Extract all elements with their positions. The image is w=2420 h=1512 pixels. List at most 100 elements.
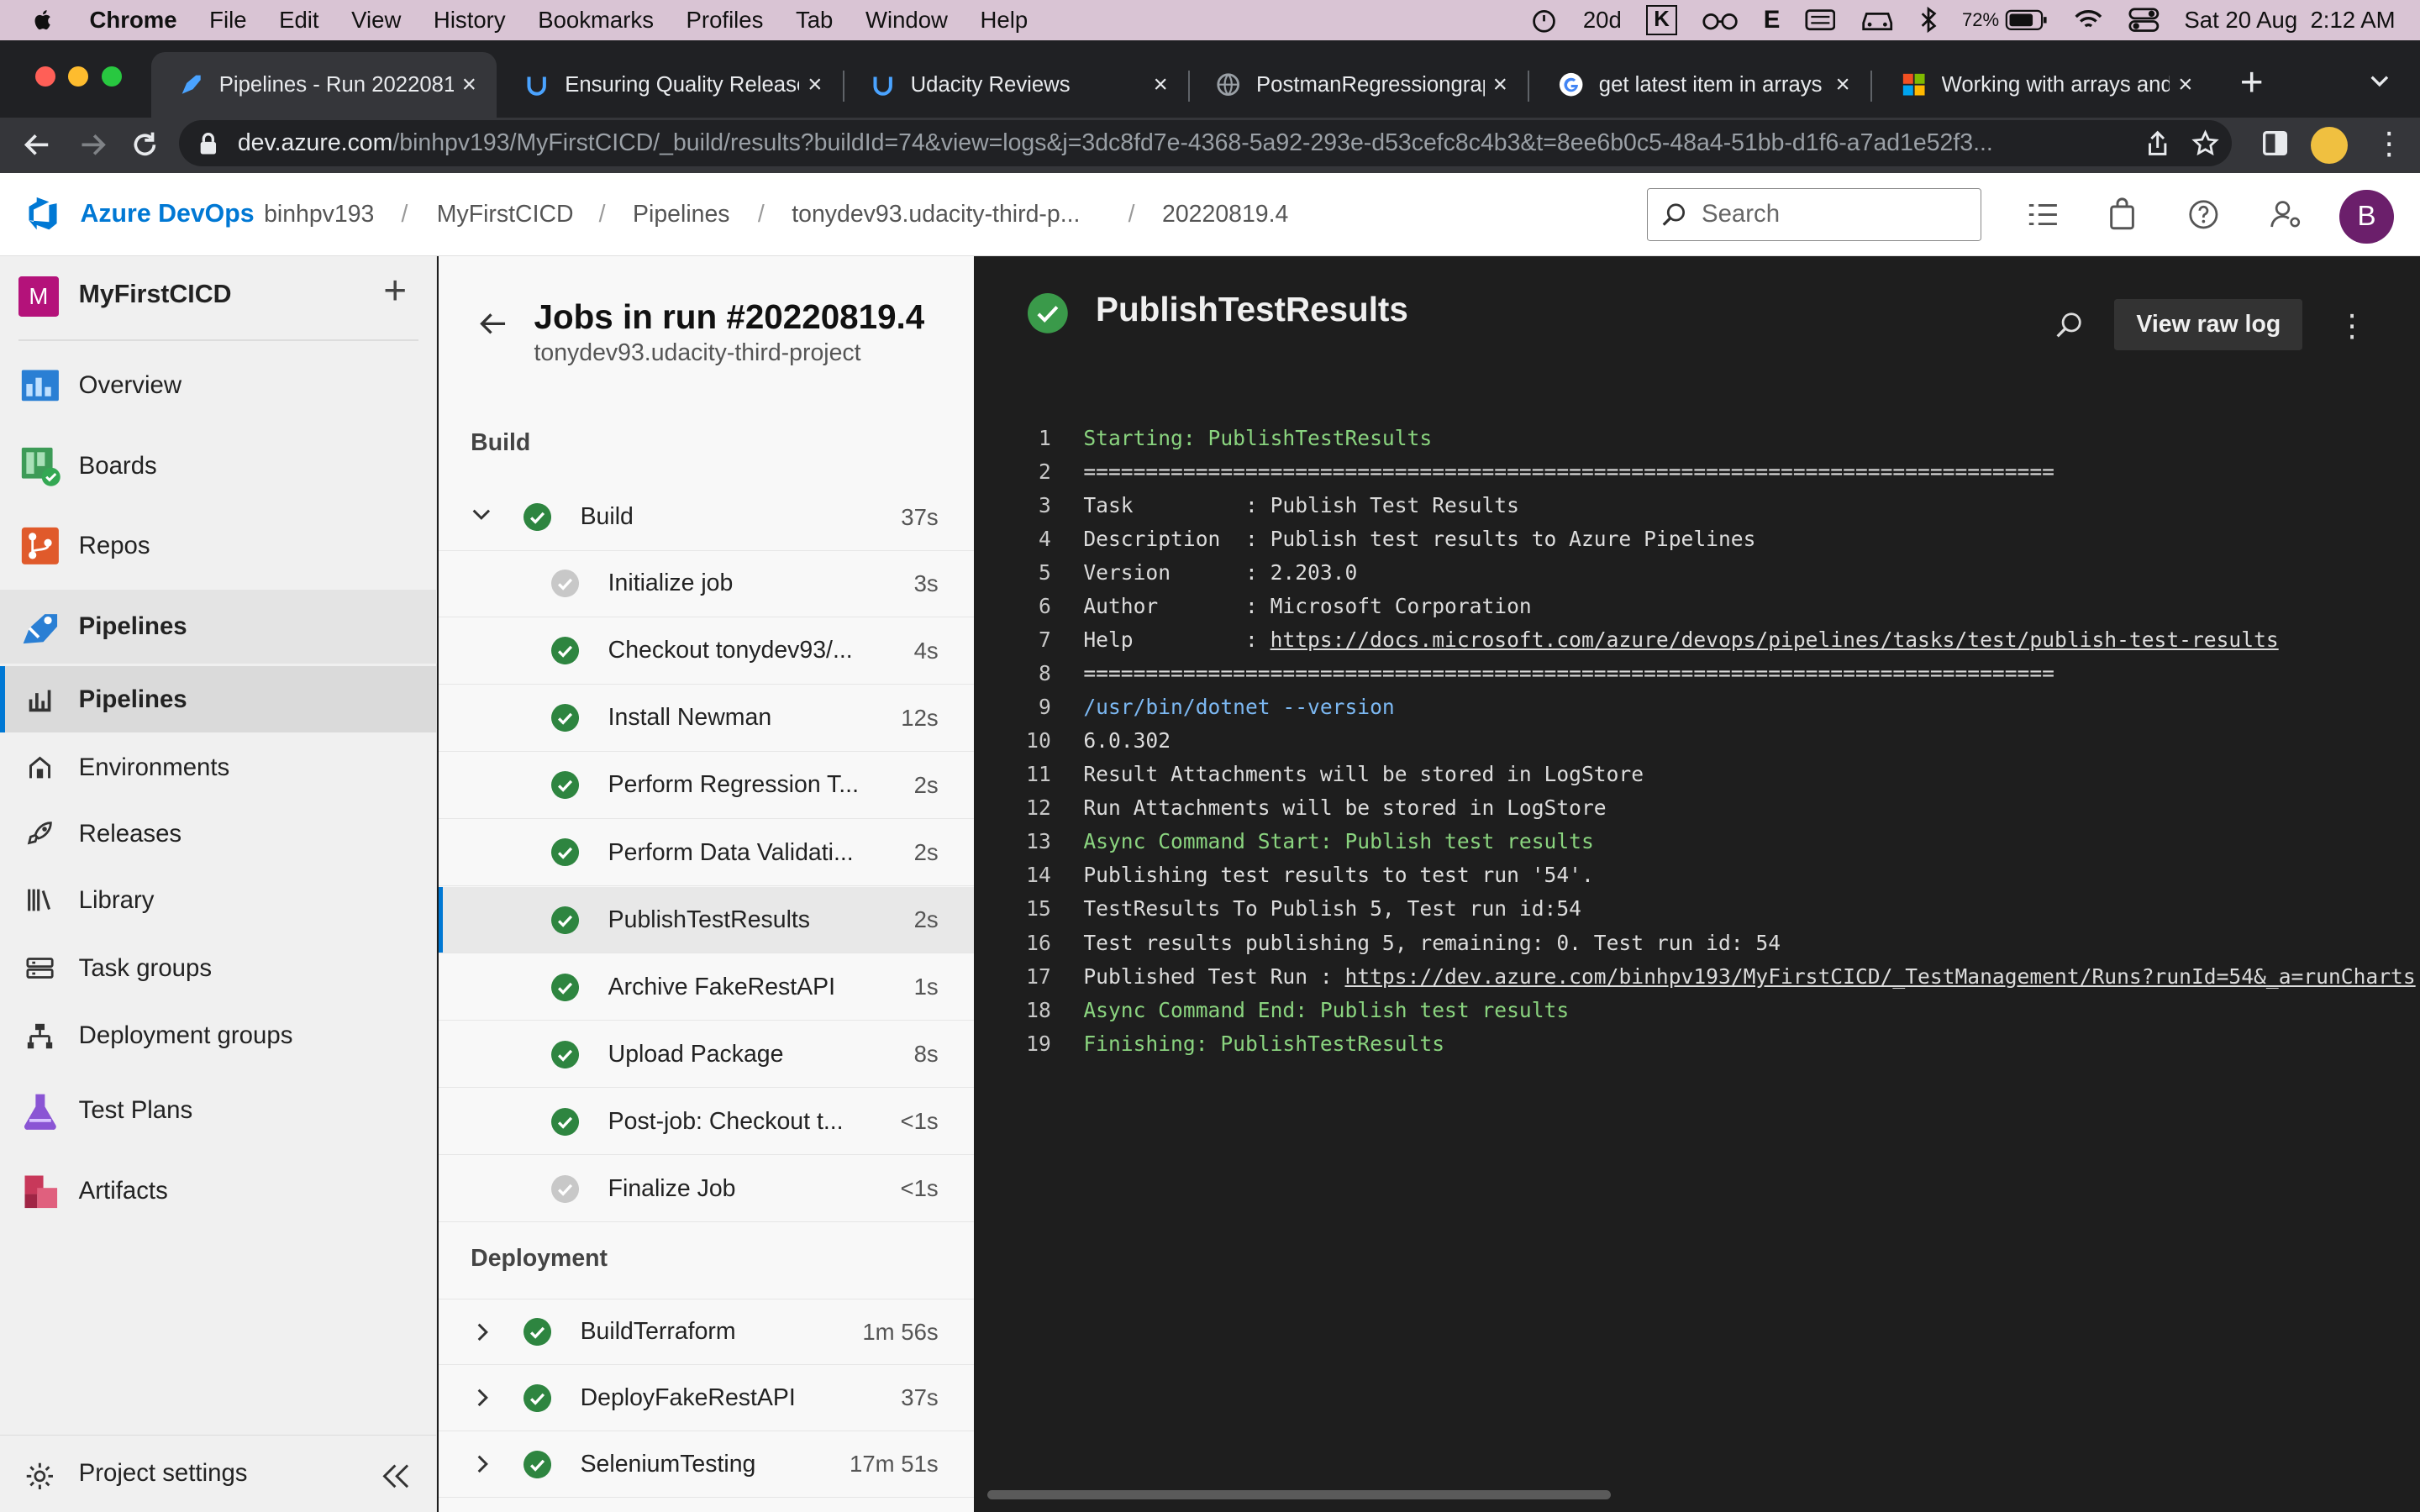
job-row-build[interactable]: Build 37s [438,485,974,551]
help-icon[interactable] [2188,199,2219,230]
back-arrow-icon[interactable] [477,308,508,339]
bookmark-star-icon[interactable] [2191,129,2219,157]
sidebar-item-library[interactable]: Library [0,867,437,933]
project-name[interactable]: MyFirstCICD [79,281,232,309]
back-arrow-icon[interactable] [22,129,53,160]
step-row[interactable]: Post-job: Checkout t... <1s [438,1089,974,1156]
browser-tab-microsoft-docs[interactable]: Working with arrays and × [1874,52,2213,117]
chevron-right-icon[interactable] [476,1387,491,1409]
sidebar-item-environments[interactable]: Environments [0,734,437,801]
battery-icon[interactable] [2005,9,2048,31]
menu-bookmarks[interactable]: Bookmarks [538,7,654,34]
bluetooth-icon[interactable] [1919,6,1938,34]
side-panel-icon[interactable] [2261,129,2289,157]
glasses-icon[interactable] [1702,9,1739,31]
browser-tab-udacity-reviews[interactable]: Udacity Reviews × [843,52,1188,117]
wifi-icon[interactable] [2073,8,2104,32]
address-url[interactable]: dev.azure.com/binhpv193/MyFirstCICD/_bui… [238,129,2152,157]
menu-window[interactable]: Window [865,7,948,34]
sidebar-item-repos[interactable]: Repos [0,509,437,583]
e-app-icon[interactable]: E [1764,6,1781,34]
gear-icon[interactable] [24,1461,55,1492]
k-app-icon[interactable]: K [1646,4,1677,36]
close-tab-icon[interactable]: × [1485,71,1516,99]
chevron-right-icon[interactable] [476,1453,491,1475]
menu-edit[interactable]: Edit [279,7,318,34]
project-settings-link[interactable]: Project settings [79,1459,248,1488]
step-row[interactable]: Install Newman 12s [438,685,974,752]
add-icon[interactable]: + [378,271,412,312]
lock-icon[interactable] [197,131,219,155]
job-row-seleniumtesting[interactable]: SeleniumTesting 17m 51s [438,1431,974,1499]
control-center-icon[interactable] [2128,8,2160,33]
step-row[interactable]: Checkout tonydev93/... 4s [438,618,974,685]
browser-menu-icon[interactable]: ⋮ [2374,126,2405,164]
chevron-right-icon[interactable] [476,1321,491,1343]
user-settings-icon[interactable] [2269,199,2302,230]
azure-devops-brand[interactable]: Azure DevOps [81,173,255,256]
close-tab-icon[interactable]: × [454,71,485,99]
breadcrumb-project[interactable]: MyFirstCICD [437,173,574,256]
menu-view[interactable]: View [351,7,401,34]
car-icon[interactable] [1860,8,1894,32]
sidebar-item-deployment-groups[interactable]: Deployment groups [0,1003,437,1069]
breadcrumb-pipeline-name[interactable]: tonydev93.udacity-third-p... [792,173,1080,256]
horizontal-scrollbar[interactable] [987,1490,1612,1500]
menu-file[interactable]: File [209,7,246,34]
sidebar-item-pipelines[interactable]: Pipelines [0,666,437,733]
project-avatar[interactable]: M [18,276,59,317]
menu-clock[interactable]: Sat 20 Aug 2:12 AM [2184,7,2395,34]
log-link[interactable]: https://docs.microsoft.com/azure/devops/… [1270,627,2279,652]
forward-arrow-icon[interactable] [77,129,108,160]
breadcrumb-pipelines[interactable]: Pipelines [633,173,729,256]
close-tab-icon[interactable]: × [1828,71,1859,99]
marketplace-bag-icon[interactable] [2108,197,2136,231]
azure-devops-logo-icon[interactable] [24,196,61,233]
apple-icon[interactable] [31,8,55,32]
search-icon[interactable] [2054,312,2082,339]
view-raw-log-button[interactable]: View raw log [2114,299,2303,350]
step-row[interactable]: Perform Regression T... 2s [438,753,974,819]
reload-icon[interactable] [129,129,160,160]
sidebar-item-overview[interactable]: Overview [0,349,437,423]
log-link[interactable]: https://dev.azure.com/binhpv193/MyFirstC… [1344,964,2415,989]
step-row[interactable]: PublishTestResults 2s [438,887,974,954]
new-tab-icon[interactable]: + [2232,63,2272,105]
menu-tab[interactable]: Tab [796,7,833,34]
job-row-deployfakerestapi[interactable]: DeployFakeRestAPI 37s [438,1365,974,1432]
menu-history[interactable]: History [434,7,506,34]
menu-help[interactable]: Help [981,7,1028,34]
jobs-subtitle[interactable]: tonydev93.udacity-third-project [534,339,860,367]
step-row[interactable]: Upload Package 8s [438,1021,974,1089]
profile-avatar-icon[interactable] [2310,126,2348,164]
close-tab-icon[interactable]: × [2170,71,2201,99]
browser-tab-pipelines[interactable]: Pipelines - Run 20220819.4 × [150,52,497,118]
step-row[interactable]: Perform Data Validati... 2s [438,820,974,886]
window-close-button[interactable] [35,66,56,87]
sidebar-item-pipelines-hub[interactable]: Pipelines [0,589,437,664]
menu-app-name[interactable]: Chrome [90,7,177,34]
collapse-sidebar-icon[interactable] [380,1461,411,1492]
keyboard-icon[interactable] [1805,8,1836,32]
step-row[interactable]: Initialize job 3s [438,551,974,617]
close-tab-icon[interactable]: × [799,71,830,99]
sidebar-item-test-plans[interactable]: Test Plans [0,1074,437,1147]
more-options-icon[interactable]: ⋮ [2337,306,2368,346]
share-icon[interactable] [2145,129,2170,157]
step-row[interactable]: Finalize Job <1s [438,1156,974,1223]
sidebar-item-artifacts[interactable]: Artifacts [0,1154,437,1228]
sidebar-item-boards[interactable]: Boards [0,429,437,503]
timer-icon[interactable] [1530,6,1558,34]
chevron-down-icon[interactable] [471,507,492,522]
user-avatar[interactable]: B [2339,189,2394,244]
status-days[interactable]: 20d [1583,7,1622,34]
browser-tab-postman[interactable]: PostmanRegressiongraph × [1188,52,1528,117]
close-tab-icon[interactable]: × [1145,71,1176,99]
browser-tab-ensuring-quality[interactable]: Ensuring Quality Releases × [497,52,842,117]
browser-tab-google-search[interactable]: get latest item in arrays from × [1531,52,1870,117]
window-maximize-button[interactable] [102,66,123,87]
breadcrumb-organization[interactable]: binhpv193 [264,173,374,256]
job-row-buildterraform[interactable]: BuildTerraform 1m 56s [438,1299,974,1366]
window-minimize-button[interactable] [67,66,88,87]
address-bar[interactable]: dev.azure.com/binhpv193/MyFirstCICD/_bui… [179,120,2232,167]
